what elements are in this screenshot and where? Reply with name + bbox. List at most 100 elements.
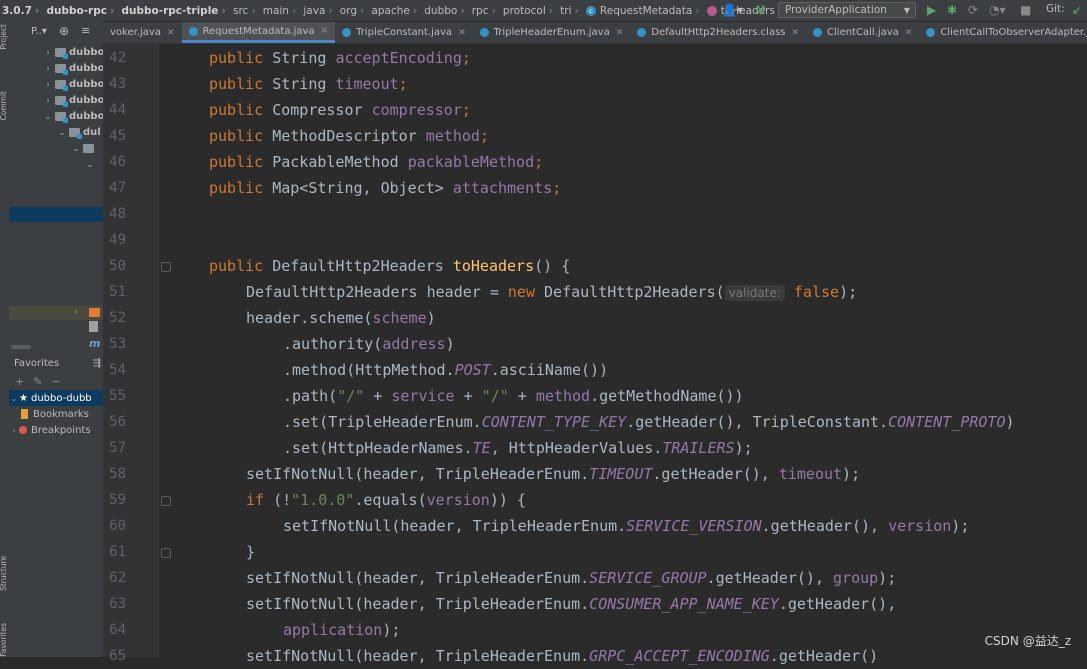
editor-tab[interactable]: ClientCallToObserverAdapter.java✕ (919, 22, 1087, 43)
favorites-item[interactable]: › Breakpoints (9, 422, 103, 438)
close-icon[interactable]: ✕ (791, 28, 799, 38)
code-line: public String timeout; (209, 75, 408, 93)
code-line: DefaultHttp2Headers header = new Default… (246, 283, 858, 301)
breadcrumb[interactable]: rpc › (470, 4, 501, 17)
editor-tab-active[interactable]: RequestMetadata.java ✕ (181, 22, 336, 43)
coverage-icon[interactable]: ⟳ (968, 3, 978, 17)
tree-item[interactable]: › dubbo (43, 60, 103, 76)
close-icon[interactable]: ✕ (458, 28, 466, 38)
editor-tabs: voker.java ✕ RequestMetadata.java ✕ Triple… (103, 22, 1087, 44)
close-icon[interactable]: ✕ (905, 28, 913, 38)
code-line: setIfNotNull(header, TripleHeaderEnum.SE… (246, 569, 897, 587)
folder-icon (83, 143, 94, 153)
fold-marker-icon[interactable] (161, 496, 171, 506)
editor-tab[interactable]: voker.java ✕ (103, 22, 182, 43)
selected-tree-row[interactable] (9, 207, 103, 222)
project-view-select[interactable]: P..▾ (31, 26, 47, 37)
class-icon: c (585, 5, 596, 16)
tree-item[interactable]: › dubbo (43, 76, 103, 92)
close-icon[interactable]: ✕ (616, 28, 624, 38)
editor-tab[interactable]: TripleConstant.java ✕ (335, 22, 472, 43)
structure-tool-button[interactable]: Structure (0, 556, 8, 591)
favorites-item[interactable]: Bookmarks (9, 406, 103, 422)
commit-tool-button[interactable]: Commit (0, 91, 8, 120)
breadcrumb[interactable]: protocol › (501, 4, 558, 17)
chevron-right-icon: › (74, 307, 78, 316)
favorites-item[interactable]: ⌄ ★ dubbo-dubb (9, 390, 103, 406)
module-folder-icon (55, 95, 68, 107)
profile-icon[interactable]: ◔▾ (989, 3, 1006, 17)
horizontal-scrollbar[interactable] (11, 345, 31, 349)
edit-icon[interactable]: ✎ (33, 375, 42, 388)
breadcrumb[interactable]: main › (261, 4, 302, 17)
code-line: public PackableMethod packableMethod; (209, 153, 544, 171)
breadcrumb[interactable]: apache › (369, 4, 422, 17)
run-icon[interactable]: ▶ (927, 3, 936, 17)
tree-item[interactable]: ⌄ (85, 156, 95, 172)
breadcrumb-label: rpc (471, 4, 489, 17)
stop-icon[interactable]: ■ (1020, 3, 1031, 17)
class-icon (813, 28, 823, 37)
breadcrumb[interactable]: src › (231, 4, 261, 17)
line-number: 53 (109, 336, 126, 352)
project-tool-button[interactable]: Project (0, 24, 8, 50)
favorites-header: Favorites ⇶ (9, 354, 103, 372)
fold-marker-icon[interactable] (161, 262, 171, 272)
breadcrumb[interactable]: c RequestMetadata › (584, 4, 705, 17)
method-icon (706, 5, 717, 16)
breadcrumb-label: dubbo (424, 4, 458, 17)
chevron-right-icon: › (46, 47, 50, 57)
tab-label: RequestMetadata.java (202, 25, 315, 37)
vcs-update-icon[interactable]: ↙ (1072, 3, 1082, 17)
breadcrumb-label: protocol (502, 4, 546, 17)
breadcrumb[interactable]: tri › (558, 4, 584, 17)
code-line: public DefaultHttp2Headers toHeaders() { (209, 257, 571, 275)
chevron-right-icon: › (46, 63, 50, 73)
breadcrumb-label: RequestMetadata (599, 4, 693, 17)
breadcrumb[interactable]: org › (338, 4, 370, 17)
tree-item[interactable]: › dubbo (43, 92, 103, 108)
globe-icon[interactable]: ⊕ (59, 24, 69, 38)
add-icon[interactable]: + (15, 375, 24, 388)
tree-item[interactable]: ⌄ (71, 140, 97, 156)
breadcrumb[interactable]: dubbo-rpc-triple › (120, 4, 231, 17)
debug-icon[interactable]: ✱ (947, 3, 957, 17)
vcs-label: Git: (1046, 3, 1065, 15)
fold-marker-icon[interactable] (161, 548, 171, 558)
breadcrumb-label: org (339, 4, 358, 17)
chevron-down-icon: ⌄ (72, 143, 80, 153)
watermark: CSDN @益达_z (984, 634, 1071, 648)
hammer-icon[interactable]: ⚒ (755, 3, 766, 17)
tab-label: TripleHeaderEnum.java (493, 27, 610, 38)
run-configuration-label: ProviderApplication (785, 4, 887, 16)
tree-item[interactable]: › (9, 306, 103, 320)
breadcrumb[interactable]: dubbo › (422, 4, 469, 17)
tree-item[interactable]: › dubbo (43, 44, 103, 60)
editor-tab[interactable]: TripleHeaderEnum.java ✕ (473, 22, 631, 43)
project-panel: P..▾ ⊕ ≡ › dubbo › dubbo › dubbo › dubbo ⌄ du… (9, 21, 103, 657)
run-configuration-select[interactable]: ProviderApplication ▼ (778, 2, 916, 18)
tree-item[interactable]: ⌄ dubbo (43, 108, 103, 124)
code-line: .set(TripleHeaderEnum.CONTENT_TYPE_KEY.g… (283, 413, 1015, 431)
user-icon[interactable]: 👤▾ (722, 3, 743, 17)
line-number: 62 (109, 570, 126, 586)
close-icon[interactable]: ✕ (167, 28, 175, 38)
file-icon (89, 321, 98, 332)
breadcrumb[interactable]: dubbo-rpc › (44, 4, 119, 17)
favorites-section: Favorites ⇶ + ✎ − ⌄ ★ dubbo-dubb Bookmar… (9, 354, 103, 438)
chevron-down-icon: ▼ (903, 5, 910, 15)
editor-tab[interactable]: ClientCall.java ✕ (806, 22, 919, 43)
breadcrumb[interactable]: 3.0.7 › (0, 4, 44, 17)
editor-tab[interactable]: DefaultHttp2Headers.class ✕ (630, 22, 806, 43)
tree-item[interactable]: ⌄ dul (57, 124, 101, 140)
remove-icon[interactable]: − (51, 375, 60, 388)
favorites-item-label: Bookmarks (33, 408, 89, 420)
chevron-down-icon: ⌄ (44, 111, 52, 121)
close-icon[interactable]: ✕ (321, 26, 329, 36)
favorites-tool-button[interactable]: Favorites (0, 623, 8, 657)
collapse-icon[interactable]: ≡ (81, 24, 90, 37)
breadcrumb[interactable]: java › (301, 4, 337, 17)
code-line: .authority(address) (283, 335, 455, 353)
breakpoint-icon (19, 426, 27, 434)
line-number: 43 (109, 76, 126, 92)
